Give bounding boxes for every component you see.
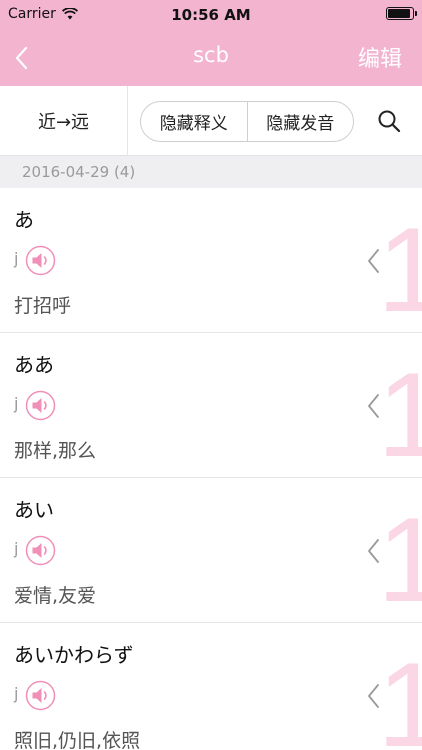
meaning-text: 打招呼 [14, 295, 72, 317]
reading-text: j [14, 394, 19, 413]
search-icon[interactable] [376, 108, 402, 134]
meaning-text: 照旧,仍旧,依照 [14, 730, 141, 750]
chevron-left-icon[interactable] [366, 683, 382, 709]
word-text: あいかわらず [14, 643, 134, 667]
count-watermark: 1 [377, 210, 422, 330]
hide-pronunciation-button[interactable]: 隐藏发音 [246, 102, 354, 141]
meaning-text: 爱情,友爱 [14, 585, 97, 607]
speaker-icon[interactable] [25, 535, 56, 566]
edit-button[interactable]: 编辑 [358, 41, 402, 73]
filter-toolbar: 近→远 隐藏释义 隐藏发音 [0, 86, 422, 156]
word-text: あい [14, 498, 54, 522]
word-list-item[interactable]: 1 ああ j 那样,那么 [0, 333, 422, 478]
speaker-icon[interactable] [25, 245, 56, 276]
word-text: ああ [14, 353, 54, 377]
battery-fill [388, 9, 410, 18]
word-text: あ [14, 208, 34, 232]
word-list: 1 あ j 打招呼 1 ああ j 那样,那么 1 あい j [0, 188, 422, 750]
sort-order-button[interactable]: 近→远 [0, 86, 128, 156]
date-section-header: 2016-04-29 (4) [0, 156, 422, 188]
count-watermark: 1 [377, 500, 422, 620]
chevron-left-icon[interactable] [366, 248, 382, 274]
count-watermark: 1 [377, 355, 422, 475]
reading-text: j [14, 249, 19, 268]
chevron-left-icon[interactable] [366, 538, 382, 564]
word-list-item[interactable]: 1 あいかわらず j 照旧,仍旧,依照 [0, 623, 422, 750]
navigation-bar: scb 编辑 [0, 30, 422, 86]
speaker-icon[interactable] [25, 680, 56, 711]
reading-text: j [14, 684, 19, 703]
count-watermark: 1 [377, 645, 422, 750]
meaning-text: 那样,那么 [14, 440, 97, 462]
speaker-icon[interactable] [25, 390, 56, 421]
status-bar: Carrier 10:56 AM [0, 0, 422, 30]
hide-meaning-button[interactable]: 隐藏释义 [141, 102, 247, 141]
display-toggle-segment: 隐藏释义 隐藏发音 [140, 101, 354, 142]
word-list-item[interactable]: 1 あい j 爱情,友爱 [0, 478, 422, 623]
reading-text: j [14, 539, 19, 558]
word-list-item[interactable]: 1 あ j 打招呼 [0, 188, 422, 333]
chevron-left-icon[interactable] [366, 393, 382, 419]
status-time: 10:56 AM [171, 6, 251, 24]
battery-icon [386, 7, 417, 20]
